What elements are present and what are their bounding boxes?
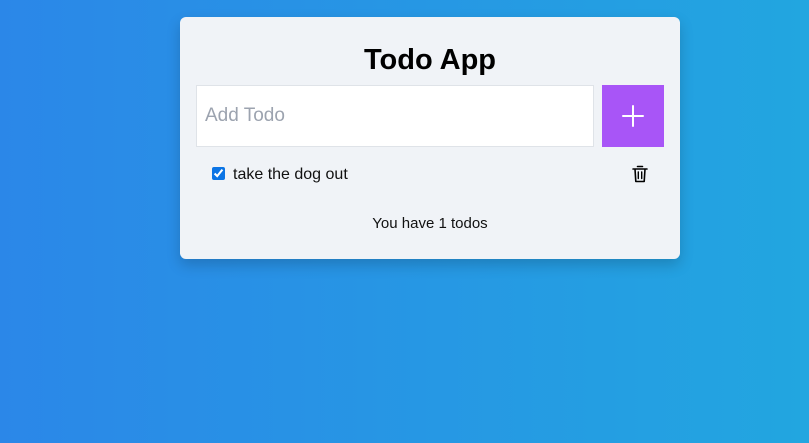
todo-item: take the dog out xyxy=(212,165,652,185)
todo-count: You have 1 todos xyxy=(372,215,488,232)
delete-todo-button[interactable] xyxy=(630,165,650,185)
todo-checkbox[interactable] xyxy=(212,167,225,180)
todo-card: Todo App take the dog out You have 1 tod… xyxy=(180,17,680,259)
app-title: Todo App xyxy=(363,44,497,76)
todo-text: take the dog out xyxy=(233,166,348,183)
plus-icon xyxy=(622,105,644,127)
trash-icon xyxy=(632,165,648,183)
add-todo-input[interactable] xyxy=(196,85,594,147)
add-todo-button[interactable] xyxy=(602,85,664,147)
